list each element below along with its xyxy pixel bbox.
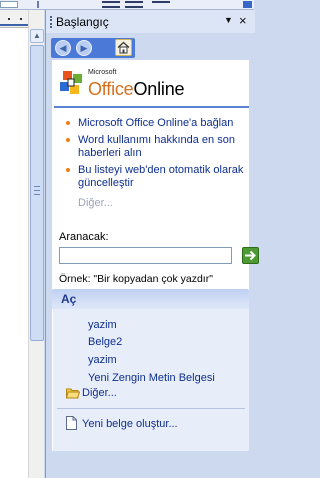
toolbar-separator (37, 1, 39, 8)
link-label[interactable]: Microsoft Office Online'a bağlan (78, 117, 248, 130)
logo-word-office: Office (88, 79, 134, 99)
scroll-up-arrow-icon[interactable]: ▲ (30, 29, 44, 43)
align-right-icon[interactable] (125, 1, 143, 8)
line-spacing-icon[interactable] (152, 1, 170, 8)
ruler-tick (20, 18, 22, 20)
home-icon[interactable] (115, 39, 132, 56)
scroll-thumb[interactable] (30, 45, 44, 341)
open-section-header: Aç (52, 289, 249, 309)
scroll-grip-icon (34, 186, 40, 195)
horizontal-ruler[interactable] (0, 10, 28, 28)
office-online-card: Microsoft OfficeOnline Microsoft Office … (52, 60, 259, 290)
bullet-icon (66, 121, 70, 125)
logo-word-online: Online (133, 79, 185, 99)
bullet-icon (66, 168, 70, 172)
folder-open-icon (65, 388, 81, 399)
office-logo-icon (60, 71, 82, 94)
drag-handle-icon[interactable] (50, 16, 52, 28)
section-divider (57, 408, 245, 409)
ruler-tick (8, 18, 10, 20)
task-pane: Başlangıç ▼ × ◀ ▶ Microsoft OfficeOnline (45, 10, 259, 478)
align-center-icon[interactable] (102, 1, 120, 8)
search-example-text: Örnek: "Bir kopyadan çok yazdır" (59, 273, 213, 285)
recent-file-link[interactable]: Belge2 (88, 336, 122, 348)
toolbar-strip (0, 0, 254, 10)
pane-navigation-bar: ◀ ▶ (51, 38, 135, 58)
more-files-label[interactable]: Diğer... (82, 387, 117, 399)
task-pane-title[interactable]: Başlangıç (56, 15, 109, 29)
open-section-title: Aç (61, 292, 77, 306)
back-arrow-icon[interactable]: ◀ (55, 40, 71, 56)
forward-arrow-icon[interactable]: ▶ (76, 40, 92, 56)
logo-superscript: Microsoft (88, 69, 117, 76)
recent-file-link[interactable]: Yeni Zengin Metin Belgesi (88, 372, 215, 384)
link-label[interactable]: Bu listeyi web'den otomatik olarak günce… (78, 164, 248, 190)
new-document-label[interactable]: Yeni belge oluştur... (82, 418, 178, 430)
open-section-body: yazim Belge2 yazim Yeni Zengin Metin Bel… (52, 309, 249, 451)
new-document-icon (66, 416, 77, 430)
logo-text: OfficeOnline (88, 79, 185, 100)
vertical-scrollbar[interactable]: ▲ (28, 10, 44, 478)
search-go-button[interactable] (242, 247, 259, 264)
bullet-icon (66, 138, 70, 142)
close-icon[interactable]: × (239, 13, 247, 28)
task-pane-header: Başlangıç ▼ × (46, 10, 255, 33)
more-links-disabled: Diğer... (78, 197, 113, 209)
document-area[interactable] (0, 10, 28, 478)
toolbar-options-icon[interactable] (243, 1, 252, 8)
more-files-link[interactable]: Diğer... (65, 387, 117, 402)
recent-file-link[interactable]: yazim (88, 354, 117, 366)
ruler-indent-marker[interactable] (0, 24, 28, 26)
search-label: Aranacak: (59, 231, 109, 243)
arrow-right-icon (245, 250, 256, 261)
search-input[interactable] (59, 247, 232, 264)
font-size-field[interactable] (0, 1, 18, 8)
office-online-logo[interactable]: Microsoft OfficeOnline (59, 68, 237, 104)
new-document-link[interactable]: Yeni belge oluştur... (66, 416, 178, 433)
card-divider (54, 106, 249, 108)
link-label[interactable]: Word kullanımı hakkında en son haberleri… (78, 134, 248, 160)
recent-file-link[interactable]: yazim (88, 319, 117, 331)
document-page[interactable] (0, 28, 28, 478)
triangle-down-icon[interactable]: ▼ (224, 15, 233, 25)
